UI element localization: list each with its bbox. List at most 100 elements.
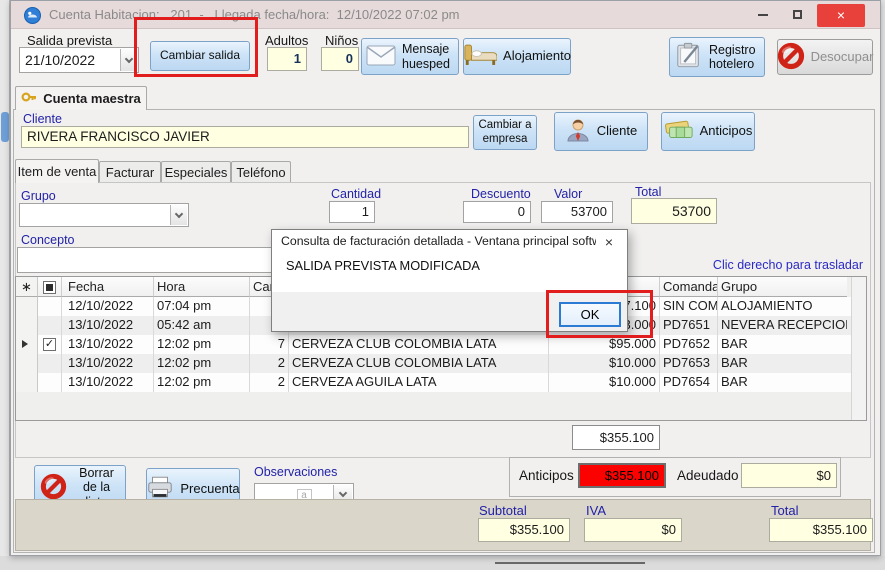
concepto-label: Concepto [21,233,75,247]
adultos-field[interactable]: 1 [267,47,307,71]
table-scrollbar[interactable] [851,277,866,420]
select-all-checkbox[interactable] [38,277,62,297]
maximize-button[interactable] [783,4,811,27]
cell-valor: $10.000 [549,373,660,392]
desktop-line [495,562,645,564]
iva-label: IVA [586,503,606,518]
row-checkbox-checked[interactable]: ✓ [43,338,56,351]
cell-cantidad: 2 [250,373,289,392]
cell-grupo: NEVERA RECEPCION [718,316,847,335]
tab-especiales[interactable]: Especiales [161,161,231,182]
desktop-strip [0,556,885,570]
registro-hotelero-button[interactable]: Registro hotelero [669,37,765,77]
cantidad-label: Cantidad [331,187,381,201]
cell-cantidad: 2 [250,354,289,373]
table-row-selected[interactable]: ✓ 13/10/2022 12:02 pm 7 CERVEZA CLUB COL… [16,335,866,354]
adultos-value: 1 [294,51,301,66]
cantidad-value: 1 [362,204,369,219]
anticipos-button[interactable]: Anticipos [661,112,755,151]
chevron-down-icon [125,54,133,62]
col-header-fecha[interactable]: Fecha [62,277,154,297]
table-row[interactable]: 13/10/2022 12:02 pm 2 CERVEZA CLUB COLOM… [16,354,866,373]
cliente-value: RIVERA FRANCISCO JAVIER [27,129,210,144]
tab-telefono[interactable]: Teléfono [231,161,291,182]
tab-cuenta-maestra[interactable]: Cuenta maestra [15,86,147,110]
valor-value: 53700 [571,204,607,219]
descuento-field[interactable]: 0 [463,201,531,223]
total-field[interactable]: 53700 [631,198,717,224]
background-window-edge [0,0,10,556]
col-header-hora[interactable]: Hora [154,277,250,297]
col-header-grupo[interactable]: Grupo [718,277,847,297]
dialog-close-button[interactable]: × [599,232,619,252]
tab-facturar-label: Facturar [106,165,154,180]
tab-especiales-label: Especiales [165,165,228,180]
tab-facturar[interactable]: Facturar [99,161,161,182]
cell-comanda: PD7651 [660,316,718,335]
bed-icon [463,43,497,71]
grupo-dropdown-button[interactable] [170,205,187,225]
key-icon [21,89,37,108]
cliente-field[interactable]: RIVERA FRANCISCO JAVIER [21,126,469,148]
cell-detalle: CERVEZA CLUB COLOMBIA LATA [289,335,549,354]
cliente-label: Cliente [23,112,62,126]
no-entry-icon [40,473,67,503]
adeudado-field: $0 [741,463,837,488]
cell-valor: $10.000 [549,354,660,373]
cell-grupo: BAR [718,373,847,392]
grand-total-field: $355.100 [769,518,873,542]
subtotal-value: $355.100 [510,522,564,537]
cell-fecha: 12/10/2022 [62,297,154,316]
close-button[interactable]: × [817,4,865,27]
clipboard-icon [675,42,703,72]
cambiar-a-empresa-button[interactable]: Cambiar a empresa [473,115,537,150]
cell-hora: 05:42 am [154,316,250,335]
alojamiento-button[interactable]: Alojamiento [463,38,571,75]
desocupar-label: Desocupar [811,50,874,65]
cell-comanda: PD7654 [660,373,718,392]
maximize-icon [793,10,802,19]
col-header-comanda[interactable]: Comanda [660,277,718,297]
salida-prevista-combobox[interactable]: 21/10/2022 [19,47,139,73]
total-value: 53700 [672,203,711,219]
dialog-message: SALIDA PREVISTA MODIFICADA [286,258,480,273]
anticipos-button-label: Anticipos [700,124,753,139]
cell-fecha: 13/10/2022 [62,335,154,354]
adeudado-label: Adeudado [677,468,739,483]
select-all-checkbox-icon [43,281,56,294]
cliente-button[interactable]: Cliente [554,112,648,151]
cell-hora: 12:02 pm [154,354,250,373]
cliente-button-label: Cliente [597,124,637,139]
anticipos-label: Anticipos [519,468,574,483]
alojamiento-label: Alojamiento [503,49,571,64]
grupo-combobox[interactable] [19,203,189,227]
cell-hora: 12:02 pm [154,335,250,354]
minimize-icon [758,14,768,16]
highlight-box-cambiar-salida [134,17,258,77]
cell-grupo: BAR [718,335,847,354]
cell-detalle: CERVEZA CLUB COLOMBIA LATA [289,354,549,373]
grand-total-value: $355.100 [813,522,867,537]
cell-cantidad: 7 [250,335,289,354]
desocupar-button[interactable]: Desocupar [777,39,873,75]
table-row[interactable]: 13/10/2022 12:02 pm 2 CERVEZA AGUILA LAT… [16,373,866,392]
tab-item-de-venta[interactable]: Item de venta [15,159,99,183]
cell-hora: 07:04 pm [154,297,250,316]
registro-hotelero-label: Registro hotelero [709,43,759,72]
ninos-field[interactable]: 0 [321,47,359,71]
row-marker-header: ∗ [16,277,38,297]
tab-telefono-label: Teléfono [236,165,285,180]
descuento-label: Descuento [471,187,531,201]
dialog-title: Consulta de facturación detallada - Vent… [281,234,596,252]
valor-field[interactable]: 53700 [541,201,613,223]
list-total-value: $355.100 [600,430,654,445]
cantidad-field[interactable]: 1 [329,201,375,223]
mensaje-huesped-button[interactable]: Mensaje huesped [361,38,459,75]
grid-hint: Clic derecho para trasladar [613,258,863,272]
cambiar-a-empresa-label: Cambiar a empresa [477,119,533,145]
subtotal-label: Subtotal [479,503,527,518]
list-total-field: $355.100 [572,425,660,450]
iva-value: $0 [662,522,676,537]
close-icon: × [837,7,845,23]
minimize-button[interactable] [749,4,777,27]
